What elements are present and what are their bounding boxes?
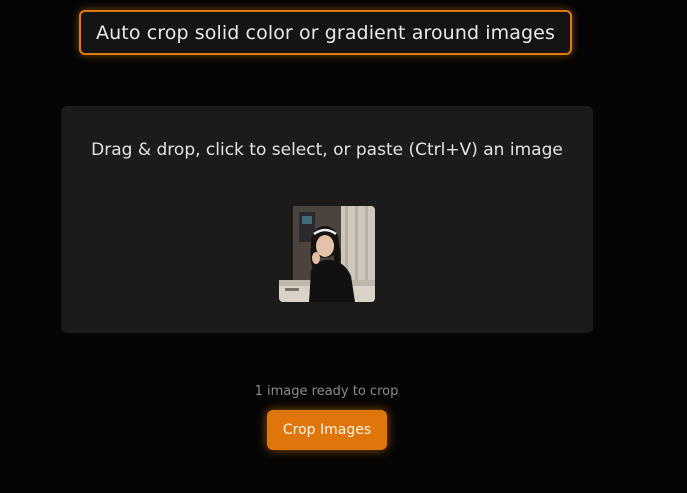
status-text: 1 image ready to crop — [254, 384, 399, 399]
crop-images-button[interactable]: Crop Images — [267, 410, 387, 450]
image-thumbnail[interactable] — [279, 206, 375, 302]
app-title-box: Auto crop solid color or gradient around… — [79, 10, 572, 55]
image-dropzone[interactable]: Drag & drop, click to select, or paste (… — [61, 106, 593, 333]
thumbnail-photo — [279, 206, 375, 302]
app-title: Auto crop solid color or gradient around… — [96, 21, 555, 44]
dropzone-instructions: Drag & drop, click to select, or paste (… — [91, 140, 563, 160]
